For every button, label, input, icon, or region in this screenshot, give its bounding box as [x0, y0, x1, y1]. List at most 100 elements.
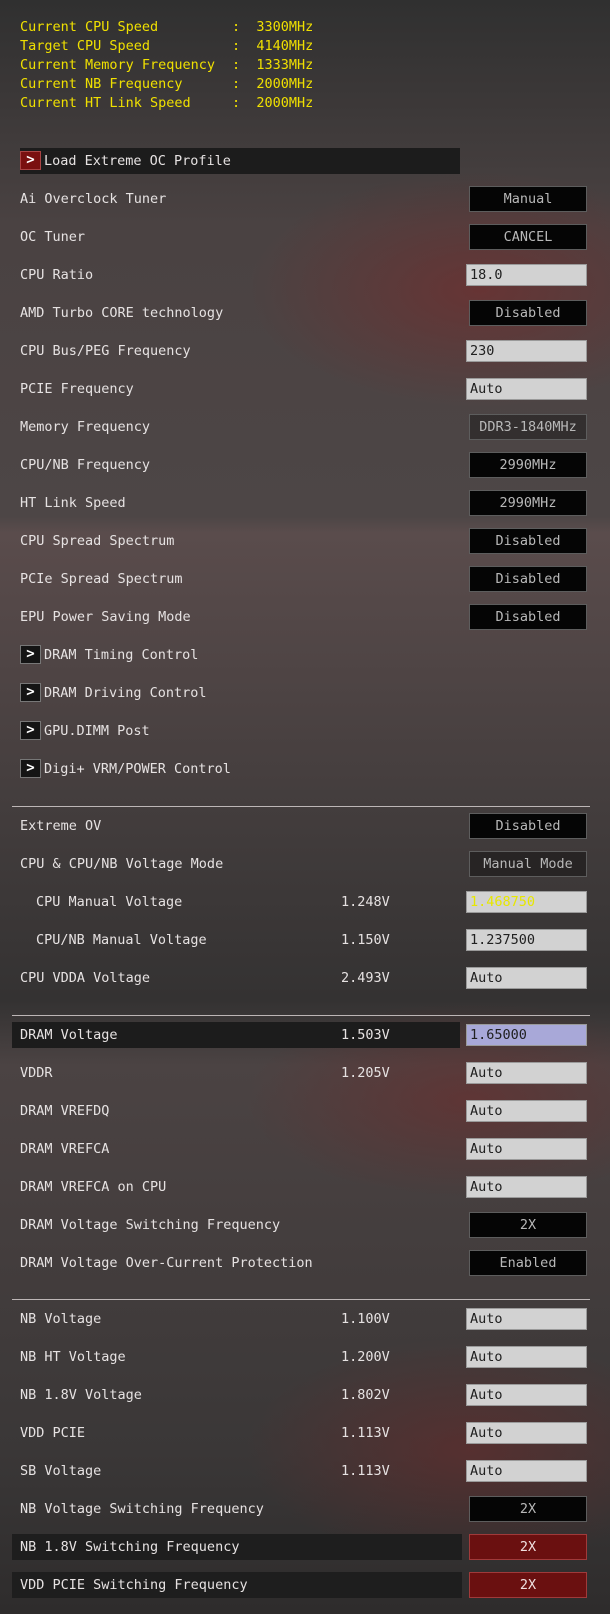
- extreme-ov-row[interactable]: Extreme OV Disabled: [0, 813, 610, 839]
- voltage-mode-row[interactable]: CPU & CPU/NB Voltage Mode Manual Mode: [0, 851, 610, 877]
- nb-18v-switching-frequency-select[interactable]: 2X: [469, 1534, 587, 1560]
- dram-switching-frequency-row[interactable]: DRAM Voltage Switching Frequency 2X: [0, 1212, 610, 1238]
- epu-power-saving-select[interactable]: Disabled: [469, 604, 587, 630]
- dram-voltage-input[interactable]: 1.65000: [466, 1024, 587, 1046]
- vdd-pcie-input[interactable]: Auto: [466, 1422, 587, 1444]
- dram-ocp-select[interactable]: Enabled: [469, 1250, 587, 1276]
- cpu-manual-voltage-input[interactable]: 1.468750: [466, 891, 587, 913]
- cpu-vdda-voltage-row[interactable]: CPU VDDA Voltage 2.493V Auto: [0, 965, 610, 991]
- nb-switching-frequency-row[interactable]: NB Voltage Switching Frequency 2X: [0, 1496, 610, 1522]
- info-target-cpu-speed: Target CPU Speed: [20, 37, 150, 56]
- cpu-nb-manual-voltage-row[interactable]: CPU/NB Manual Voltage 1.150V 1.237500: [0, 927, 610, 953]
- dram-vrefdq-row[interactable]: DRAM VREFDQ Auto: [0, 1098, 610, 1124]
- cpu-spread-spectrum-row[interactable]: CPU Spread Spectrum Disabled: [0, 528, 610, 554]
- cpu-bus-peg-label: CPU Bus/PEG Frequency: [20, 343, 191, 359]
- vdd-pcie-row[interactable]: VDD PCIE 1.113V Auto: [0, 1420, 610, 1446]
- info-label: Current HT Link Speed: [20, 95, 191, 111]
- epu-power-saving-label: EPU Power Saving Mode: [20, 609, 191, 625]
- dram-ocp-row[interactable]: DRAM Voltage Over-Current Protection Ena…: [0, 1250, 610, 1276]
- dram-vrefca-cpu-input[interactable]: Auto: [466, 1176, 587, 1198]
- cpu-nb-frequency-row[interactable]: CPU/NB Frequency 2990MHz: [0, 452, 610, 478]
- sb-voltage-input[interactable]: Auto: [466, 1460, 587, 1482]
- nb-ht-voltage-input[interactable]: Auto: [466, 1346, 587, 1368]
- info-current-cpu-speed: Current CPU Speed: [20, 18, 158, 37]
- section-divider: [12, 1015, 590, 1016]
- info-current-nb-frequency: Current NB Frequency: [20, 75, 183, 94]
- ai-overclock-tuner-row[interactable]: Ai Overclock Tuner Manual: [0, 186, 610, 212]
- cpu-vdda-voltage-label: CPU VDDA Voltage: [20, 970, 151, 986]
- nb-ht-voltage-row[interactable]: NB HT Voltage 1.200V Auto: [0, 1344, 610, 1370]
- chevron-right-icon: >: [20, 721, 41, 740]
- voltage-mode-select[interactable]: Manual Mode: [469, 851, 587, 877]
- memory-frequency-select[interactable]: DDR3-1840MHz: [469, 414, 587, 440]
- vdd-pcie-switching-frequency-select[interactable]: 2X: [469, 1572, 587, 1598]
- vddr-row[interactable]: VDDR 1.205V Auto: [0, 1060, 610, 1086]
- nb-ht-voltage-label: NB HT Voltage: [20, 1349, 126, 1365]
- nb-ht-voltage-current: 1.200V: [341, 1349, 390, 1365]
- nb-18v-switching-frequency-row[interactable]: NB 1.8V Switching Frequency 2X: [0, 1534, 610, 1560]
- cpu-vdda-voltage-input[interactable]: Auto: [466, 967, 587, 989]
- submenu-dram-timing-control[interactable]: > DRAM Timing Control: [0, 642, 610, 668]
- epu-power-saving-row[interactable]: EPU Power Saving Mode Disabled: [0, 604, 610, 630]
- vdd-pcie-switching-frequency-row[interactable]: VDD PCIE Switching Frequency 2X: [0, 1572, 610, 1598]
- cpu-manual-voltage-label: CPU Manual Voltage: [36, 894, 183, 910]
- vddr-label: VDDR: [20, 1065, 53, 1081]
- info-label: Current CPU Speed: [20, 19, 159, 35]
- load-extreme-oc-profile[interactable]: > Load Extreme OC Profile: [0, 148, 610, 174]
- cpu-manual-voltage-row[interactable]: CPU Manual Voltage 1.248V 1.468750: [0, 889, 610, 915]
- pcie-spread-spectrum-row[interactable]: PCIe Spread Spectrum Disabled: [0, 566, 610, 592]
- submenu-label: GPU.DIMM Post: [44, 723, 150, 739]
- dram-vrefca-cpu-row[interactable]: DRAM VREFCA on CPU Auto: [0, 1174, 610, 1200]
- cpu-nb-frequency-select[interactable]: 2990MHz: [469, 452, 587, 478]
- dram-vrefca-input[interactable]: Auto: [466, 1138, 587, 1160]
- submenu-gpu-dimm-post[interactable]: > GPU.DIMM Post: [0, 718, 610, 744]
- cpu-nb-manual-voltage-current: 1.150V: [341, 932, 390, 948]
- dram-voltage-row[interactable]: DRAM Voltage 1.503V 1.65000: [0, 1022, 610, 1048]
- nb-18v-voltage-label: NB 1.8V Voltage: [20, 1387, 142, 1403]
- cpu-spread-spectrum-select[interactable]: Disabled: [469, 528, 587, 554]
- cpu-nb-manual-voltage-input[interactable]: 1.237500: [466, 929, 587, 951]
- pcie-spread-spectrum-select[interactable]: Disabled: [469, 566, 587, 592]
- oc-tuner-select[interactable]: CANCEL: [469, 224, 587, 250]
- extreme-ov-label: Extreme OV: [20, 818, 102, 834]
- extreme-ov-select[interactable]: Disabled: [469, 813, 587, 839]
- cpu-ratio-row[interactable]: CPU Ratio 18.0: [0, 262, 610, 288]
- cpu-bus-peg-row[interactable]: CPU Bus/PEG Frequency 230: [0, 338, 610, 364]
- dram-voltage-current: 1.503V: [341, 1027, 390, 1043]
- cpu-ratio-input[interactable]: 18.0: [466, 264, 587, 286]
- memory-frequency-row[interactable]: Memory Frequency DDR3-1840MHz: [0, 414, 610, 440]
- submenu-digi-vrm-power-control[interactable]: > Digi+ VRM/POWER Control: [0, 756, 610, 782]
- submenu-dram-driving-control[interactable]: > DRAM Driving Control: [0, 680, 610, 706]
- info-separator: : 2000MHz: [232, 76, 314, 92]
- cpu-bus-peg-input[interactable]: 230: [466, 340, 587, 362]
- nb-voltage-input[interactable]: Auto: [466, 1308, 587, 1330]
- info-separator: : 3300MHz: [232, 19, 314, 35]
- dram-switching-frequency-label: DRAM Voltage Switching Frequency: [20, 1217, 281, 1233]
- dram-voltage-label: DRAM Voltage: [20, 1027, 118, 1043]
- ht-link-speed-row[interactable]: HT Link Speed 2990MHz: [0, 490, 610, 516]
- ht-link-speed-select[interactable]: 2990MHz: [469, 490, 587, 516]
- dram-ocp-label: DRAM Voltage Over-Current Protection: [20, 1255, 313, 1271]
- oc-tuner-row[interactable]: OC Tuner CANCEL: [0, 224, 610, 250]
- dram-vrefdq-input[interactable]: Auto: [466, 1100, 587, 1122]
- dram-vrefca-row[interactable]: DRAM VREFCA Auto: [0, 1136, 610, 1162]
- section-divider: [12, 806, 590, 807]
- amd-turbo-core-row[interactable]: AMD Turbo CORE technology Disabled: [0, 300, 610, 326]
- nb-18v-switching-frequency-label: NB 1.8V Switching Frequency: [20, 1539, 240, 1555]
- info-value: 1333MHz: [256, 57, 314, 73]
- nb-switching-frequency-select[interactable]: 2X: [469, 1496, 587, 1522]
- pcie-frequency-input[interactable]: Auto: [466, 378, 587, 400]
- chevron-right-icon: >: [20, 683, 41, 702]
- ai-overclock-tuner-select[interactable]: Manual: [469, 186, 587, 212]
- amd-turbo-core-select[interactable]: Disabled: [469, 300, 587, 326]
- sb-voltage-row[interactable]: SB Voltage 1.113V Auto: [0, 1458, 610, 1484]
- dram-switching-frequency-select[interactable]: 2X: [469, 1212, 587, 1238]
- nb-18v-voltage-input[interactable]: Auto: [466, 1384, 587, 1406]
- vddr-current: 1.205V: [341, 1065, 390, 1081]
- nb-18v-voltage-row[interactable]: NB 1.8V Voltage 1.802V Auto: [0, 1382, 610, 1408]
- info-current-memory-frequency: Current Memory Frequency: [20, 56, 215, 75]
- pcie-spread-spectrum-label: PCIe Spread Spectrum: [20, 571, 183, 587]
- vddr-input[interactable]: Auto: [466, 1062, 587, 1084]
- pcie-frequency-row[interactable]: PCIE Frequency Auto: [0, 376, 610, 402]
- nb-voltage-row[interactable]: NB Voltage 1.100V Auto: [0, 1306, 610, 1332]
